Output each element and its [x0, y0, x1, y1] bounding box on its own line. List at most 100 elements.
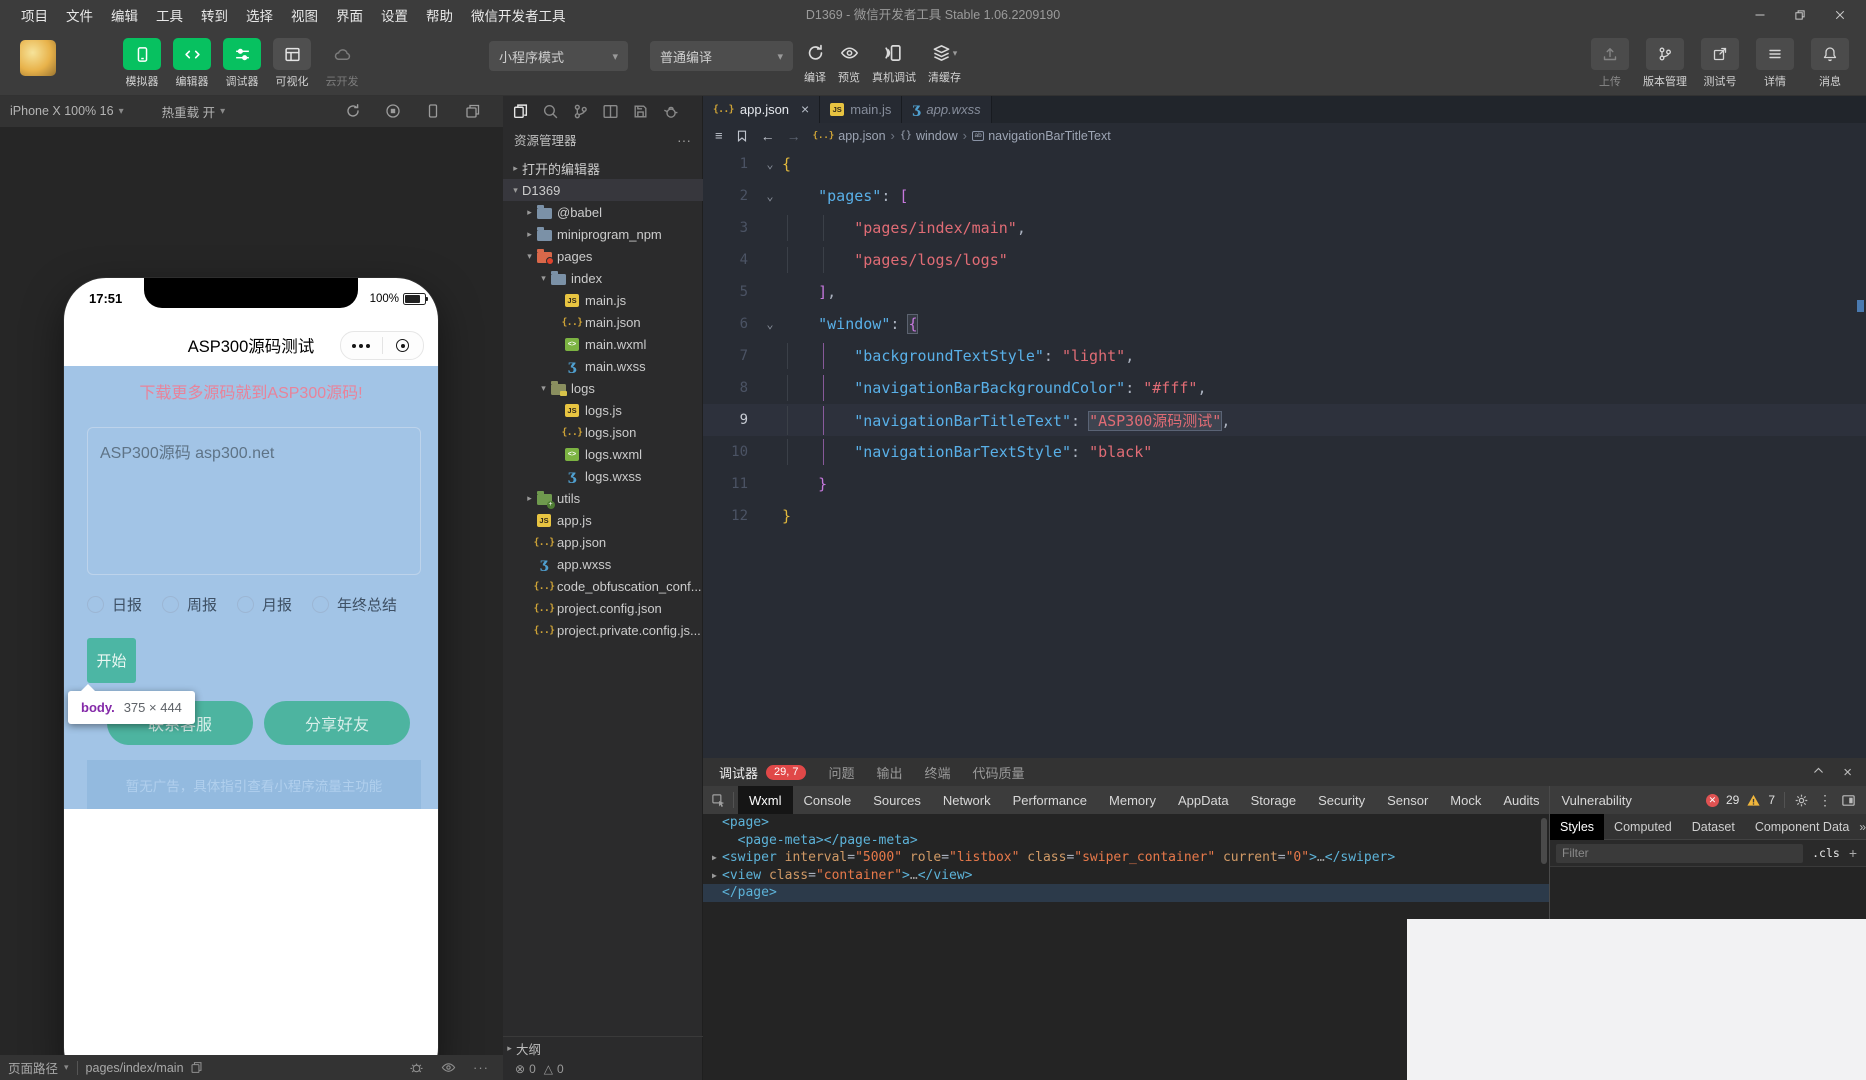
more-menu-button[interactable] [341, 332, 382, 359]
tool-上传[interactable]: 上传 [1588, 38, 1632, 89]
expand-arrow-icon[interactable]: ▶ [712, 853, 722, 862]
tree-item-app.js[interactable]: JSapp.js [503, 509, 703, 531]
menu-item-界面[interactable]: 界面 [327, 5, 372, 25]
dock-side-icon[interactable] [1841, 793, 1856, 808]
devtools-tab-AppData[interactable]: AppData [1167, 786, 1240, 814]
toggle-button-编辑器[interactable] [173, 38, 211, 70]
wxml-node-2[interactable]: ▶<swiper interval="5000" role="listbox" … [703, 849, 1549, 867]
wxml-scrollbar[interactable] [1541, 818, 1547, 864]
outline-list-icon[interactable]: ≡ [715, 128, 723, 143]
teapot-icon[interactable] [662, 103, 679, 120]
wxml-node-4[interactable]: </page> [703, 884, 1549, 902]
fold-chevron-icon[interactable]: ⌄ [758, 157, 782, 171]
action-真机调试[interactable]: 真机调试 [866, 38, 922, 85]
more-icon[interactable]: ··· [473, 1060, 489, 1075]
tool-button-测试号[interactable] [1701, 38, 1739, 70]
outline-section[interactable]: ▸ 大纲 [503, 1036, 703, 1059]
inspect-element-icon[interactable] [703, 793, 733, 808]
run-mode-dropdown[interactable]: 小程序模式 ▾ [489, 41, 628, 71]
devtools-tab-Audits[interactable]: Audits [1492, 786, 1550, 814]
debug-bug-icon[interactable] [409, 1060, 424, 1075]
overflow-chevron-icon[interactable]: » [1859, 820, 1866, 834]
toggle-编辑器[interactable]: 编辑器 [172, 38, 212, 89]
toggle-可视化[interactable]: 可视化 [272, 38, 312, 89]
git-branch-icon[interactable] [572, 103, 589, 120]
menu-item-微信开发者工具[interactable]: 微信开发者工具 [462, 5, 575, 25]
devtools-tab-Network[interactable]: Network [932, 786, 1002, 814]
breadcrumb-app.json[interactable]: {..}app.json [813, 129, 886, 143]
radio-周报[interactable]: 周报 [162, 594, 217, 615]
devtools-tab-Vulnerability[interactable]: Vulnerability [1550, 786, 1642, 814]
hot-reload-selector[interactable]: 热重载 开 ▾ [152, 102, 236, 121]
page-path-dropdown[interactable]: 页面路径 ▾ [0, 1058, 77, 1077]
tool-详情[interactable]: 详情 [1753, 38, 1797, 89]
back-icon[interactable]: ← [761, 128, 775, 144]
menu-item-选择[interactable]: 选择 [237, 5, 282, 25]
debugger-tab-输出[interactable]: 输出 [877, 763, 903, 782]
tree-item-app.wxss[interactable]: ʒapp.wxss [503, 553, 703, 575]
stop-record-icon[interactable] [385, 103, 401, 119]
add-style-button[interactable]: + [1849, 845, 1866, 861]
styles-tab-Component Data[interactable]: Component Data [1745, 814, 1860, 840]
tool-button-上传[interactable] [1591, 38, 1629, 70]
expand-arrow-icon[interactable]: ▶ [712, 871, 722, 880]
action-编译[interactable]: 编译 [798, 38, 832, 85]
rotate-device-icon[interactable] [425, 103, 441, 119]
devtools-tab-Console[interactable]: Console [793, 786, 863, 814]
editor-tab-app.json[interactable]: {..}app.json× [703, 95, 820, 123]
report-textarea[interactable]: ASP300源码 asp300.net [87, 427, 421, 575]
fold-chevron-icon[interactable]: ⌄ [758, 317, 782, 331]
wxml-node-3[interactable]: ▶<view class="container">…</view> [703, 867, 1549, 885]
files-icon[interactable] [512, 103, 529, 120]
tree-item-app.json[interactable]: {..}app.json [503, 531, 703, 553]
collapse-panel-icon[interactable] [1812, 764, 1825, 777]
devtools-tab-Memory[interactable]: Memory [1098, 786, 1167, 814]
tool-版本管理[interactable]: 版本管理 [1643, 38, 1687, 89]
styles-tab-Styles[interactable]: Styles [1550, 814, 1604, 840]
close-tab-icon[interactable]: × [801, 101, 809, 117]
toggle-button-云开发[interactable] [323, 38, 361, 70]
refresh-icon[interactable] [345, 103, 361, 119]
tree-item-logs.wxml[interactable]: <>logs.wxml [503, 443, 703, 465]
gear-icon[interactable] [1794, 793, 1809, 808]
toggle-调试器[interactable]: 调试器 [222, 38, 262, 89]
wxml-node-0[interactable]: <page> [703, 814, 1549, 832]
start-button[interactable]: 开始 [87, 638, 136, 683]
menu-item-帮助[interactable]: 帮助 [417, 5, 462, 25]
editor-tab-app.wxss[interactable]: ʒapp.wxss [902, 95, 991, 123]
tree-item-project.config.json[interactable]: {..}project.config.json [503, 597, 703, 619]
menu-item-文件[interactable]: 文件 [57, 5, 102, 25]
split-editor-icon[interactable] [602, 103, 619, 120]
action-预览[interactable]: 预览 [832, 38, 866, 85]
wxml-node-1[interactable]: <page-meta></page-meta> [703, 832, 1549, 850]
kebab-menu-icon[interactable]: ⋮ [1818, 792, 1832, 809]
toggle-button-模拟器[interactable] [123, 38, 161, 70]
debugger-tab-代码质量[interactable]: 代码质量 [973, 763, 1025, 782]
tool-button-版本管理[interactable] [1646, 38, 1684, 70]
styles-tab-Dataset[interactable]: Dataset [1682, 814, 1745, 840]
problems-summary[interactable]: ⊗0 △0 [503, 1058, 715, 1080]
close-button[interactable] [1820, 0, 1860, 30]
tool-button-详情[interactable] [1756, 38, 1794, 70]
devtools-tab-Performance[interactable]: Performance [1002, 786, 1098, 814]
compile-mode-dropdown[interactable]: 普通编译 ▾ [650, 41, 793, 71]
menu-item-转到[interactable]: 转到 [192, 5, 237, 25]
toggle-button-调试器[interactable] [223, 38, 261, 70]
tree-item-index[interactable]: ▾index [503, 267, 703, 289]
tree-item-logs.js[interactable]: JSlogs.js [503, 399, 703, 421]
toggle-button-可视化[interactable] [273, 38, 311, 70]
tool-button-消息[interactable] [1811, 38, 1849, 70]
menu-item-设置[interactable]: 设置 [372, 5, 417, 25]
breadcrumb-navigationBarTitleText[interactable]: abnavigationBarTitleText [972, 129, 1111, 143]
menu-item-工具[interactable]: 工具 [147, 5, 192, 25]
debugger-tab-终端[interactable]: 终端 [925, 763, 951, 782]
tree-item-pages[interactable]: ▾pages [503, 245, 703, 267]
fold-chevron-icon[interactable]: ⌄ [758, 189, 782, 203]
tree-item-logs[interactable]: ▾logs [503, 377, 703, 399]
tree-item-main.wxml[interactable]: <>main.wxml [503, 333, 703, 355]
tree-item-D1369[interactable]: ▾D1369 [503, 179, 703, 201]
tree-item-main.json[interactable]: {..}main.json [503, 311, 703, 333]
tree-item-project.private.config.js...[interactable]: {..}project.private.config.js... [503, 619, 703, 641]
save-all-icon[interactable] [632, 103, 649, 120]
tree-item-miniprogram_npm[interactable]: ▸miniprogram_npm [503, 223, 703, 245]
